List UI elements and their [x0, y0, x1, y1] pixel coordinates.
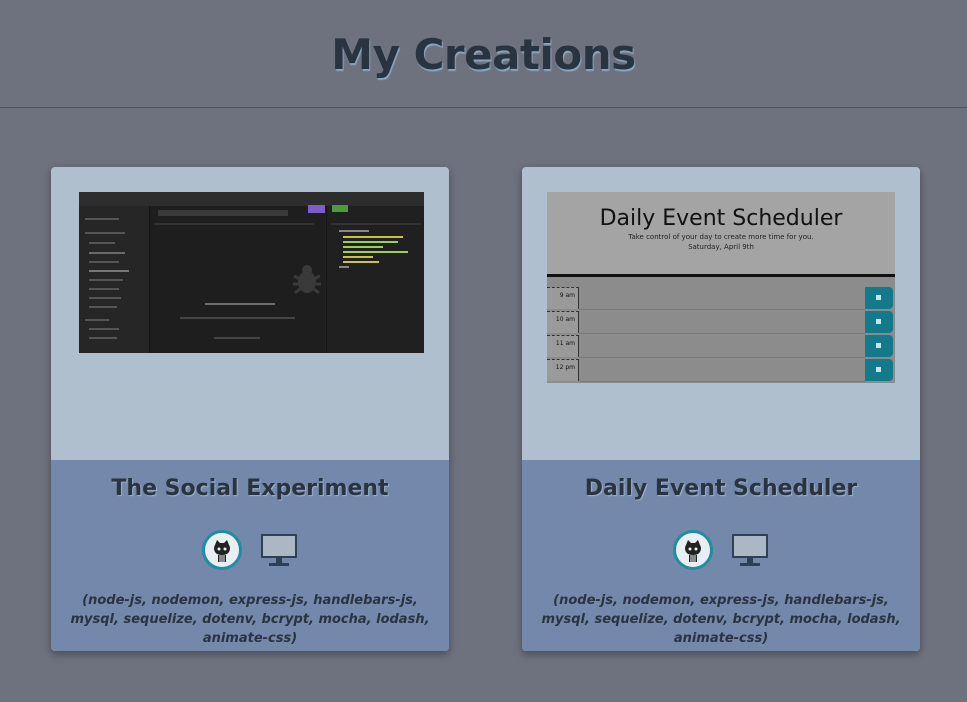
status-badge — [332, 205, 348, 212]
time-block-row: 11 am — [547, 335, 895, 358]
app-response-pane — [326, 206, 424, 353]
project-info: Daily Event Scheduler (node-js, nodemon,… — [522, 460, 920, 651]
time-block-row: 10 am — [547, 311, 895, 334]
hour-label: 12 pm — [547, 359, 579, 381]
hour-label: 9 am — [547, 287, 579, 309]
project-screenshot[interactable]: Daily Event Scheduler Take control of yo… — [547, 192, 895, 383]
github-octocat-icon[interactable] — [202, 530, 242, 570]
save-icon — [865, 359, 893, 381]
time-block-row: 12 pm — [547, 359, 895, 382]
tech-stack: (node-js, nodemon, express-js, handlebar… — [70, 593, 430, 646]
project-card-daily-event-scheduler: Daily Event Scheduler Take control of yo… — [522, 167, 920, 651]
project-links — [522, 530, 920, 570]
page-header: My Creations — [0, 0, 967, 108]
project-links — [51, 530, 449, 570]
save-icon — [865, 311, 893, 333]
scheduler-date: Saturday, April 9th — [688, 243, 754, 251]
app-sidebar — [79, 206, 150, 353]
event-field — [580, 335, 865, 358]
bug-icon — [290, 262, 324, 300]
project-screenshot[interactable] — [79, 192, 424, 353]
project-title: Daily Event Scheduler — [584, 476, 858, 501]
send-button — [308, 205, 325, 213]
hour-label: 11 am — [547, 335, 579, 357]
event-field — [580, 359, 865, 382]
scheduler-heading: Daily Event Scheduler — [599, 206, 843, 231]
scheduler-tagline: Take control of your day to create more … — [628, 233, 814, 241]
save-icon — [865, 287, 893, 309]
monitor-icon[interactable] — [260, 532, 298, 568]
page-title: My Creations — [331, 30, 636, 79]
project-card-social-experiment: The Social Experiment (node-js, nodemon,… — [51, 167, 449, 651]
app-topbar — [79, 192, 424, 207]
project-title: The Social Experiment — [111, 476, 389, 501]
github-octocat-icon[interactable] — [673, 530, 713, 570]
event-field — [580, 311, 865, 334]
scheduler-header: Daily Event Scheduler Take control of yo… — [547, 192, 895, 274]
monitor-icon[interactable] — [731, 532, 769, 568]
divider — [547, 274, 895, 277]
event-field — [580, 287, 865, 310]
tech-stack: (node-js, nodemon, express-js, handlebar… — [541, 593, 901, 646]
project-info: The Social Experiment (node-js, nodemon,… — [51, 460, 449, 651]
hour-label: 10 am — [547, 311, 579, 333]
app-request-pane — [150, 206, 325, 353]
save-icon — [865, 335, 893, 357]
time-block-row: 9 am — [547, 287, 895, 310]
